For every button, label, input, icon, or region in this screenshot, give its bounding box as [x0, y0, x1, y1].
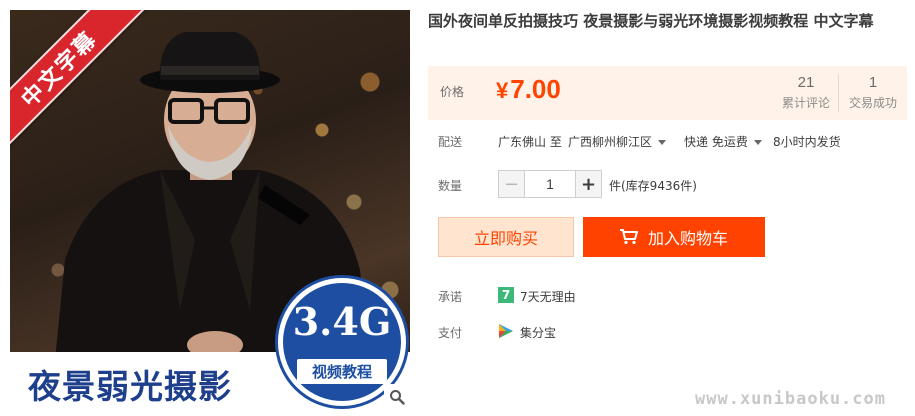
quantity-stepper: − + — [498, 170, 602, 198]
size-text: 3.4G — [292, 299, 392, 344]
quantity-input[interactable] — [525, 171, 575, 197]
chevron-down-icon — [658, 140, 667, 145]
banner-text: 夜景弱光摄影 — [28, 367, 232, 406]
decrease-button[interactable]: − — [499, 171, 525, 197]
sales-label: 交易成功 — [848, 96, 897, 110]
delivery-method: 快递 免运费 — [684, 135, 748, 149]
badge-label: 视频教程 — [297, 359, 387, 384]
price-amount: 7.00 — [510, 74, 561, 104]
delivery-route: 广东佛山 至 — [498, 135, 562, 149]
zoom-button[interactable] — [384, 384, 410, 410]
promise-label: 承诺 — [438, 290, 463, 304]
currency-symbol: ¥ — [496, 78, 509, 103]
sales-count: 1 — [868, 74, 878, 91]
buy-now-button[interactable]: 立即购买 — [438, 217, 574, 257]
quantity-label: 数量 — [438, 179, 463, 193]
chevron-down-icon — [753, 140, 762, 145]
product-main-image[interactable]: 中文字幕 夜景弱光摄影 3.4G 视频教程 — [10, 10, 410, 410]
payment-label: 支付 — [438, 326, 463, 340]
seven-day-return-icon: 7 — [498, 287, 514, 303]
jifenbao-icon — [499, 324, 513, 338]
stock-info: 件(库存9436件) — [609, 179, 697, 193]
price-label: 价格 — [440, 85, 465, 99]
promise-text[interactable]: 7天无理由 — [520, 288, 576, 305]
delivery-destination-select[interactable]: 广西柳州柳江区 — [568, 133, 667, 150]
delivery-method-select[interactable]: 快递 免运费 — [684, 133, 762, 150]
add-to-cart-button[interactable]: 加入购物车 — [583, 217, 765, 257]
price-value: ¥7.00 — [496, 74, 561, 105]
price-panel: 价格 ¥7.00 21 累计评论 1 交易成功 — [428, 66, 907, 120]
sales-stat: 1 交易成功 — [839, 74, 907, 111]
increase-button[interactable]: + — [575, 171, 601, 197]
buy-now-label: 立即购买 — [473, 229, 538, 248]
delivery-destination: 广西柳州柳江区 — [568, 135, 653, 149]
search-icon — [390, 390, 405, 405]
product-title: 国外夜间单反拍摄技巧 夜景摄影与弱光环境摄影视频教程 中文字幕 — [428, 12, 874, 30]
reviews-count: 21 — [797, 74, 815, 91]
add-to-cart-label: 加入购物车 — [647, 229, 728, 248]
site-watermark: www.xunibaoku.com — [695, 389, 886, 409]
reviews-label: 累计评论 — [781, 96, 830, 110]
delivery-label: 配送 — [438, 135, 463, 149]
ship-time: 8小时内发货 — [773, 135, 841, 149]
reviews-stat[interactable]: 21 累计评论 — [772, 74, 840, 111]
payment-text[interactable]: 集分宝 — [520, 324, 556, 341]
cart-icon — [619, 229, 638, 245]
